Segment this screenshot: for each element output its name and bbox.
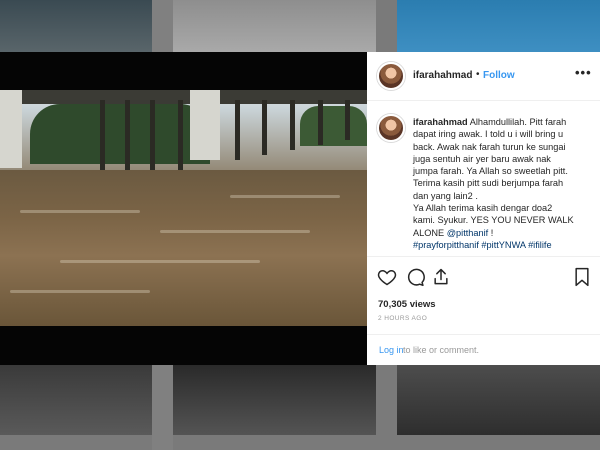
post-header: ifarahahmad • Follow ••• xyxy=(367,52,600,101)
caption-line: Alhamdullilah. Pitt farah xyxy=(469,117,567,127)
login-link[interactable]: Log in xyxy=(379,345,404,355)
login-prompt-text: to like or comment. xyxy=(403,345,480,355)
video-wave xyxy=(160,230,310,233)
heart-icon[interactable] xyxy=(377,267,397,287)
caption-username[interactable]: ifarahahmad xyxy=(413,117,468,127)
header-username[interactable]: ifarahahmad xyxy=(413,70,472,81)
video-bridge-post xyxy=(125,100,130,180)
caption-text: ifarahahmad Alhamdullilah. Pitt farah da… xyxy=(378,116,591,251)
bookmark-icon[interactable] xyxy=(572,267,592,287)
video-bridge-post xyxy=(235,100,240,160)
background-thumbnail-4 xyxy=(0,365,152,435)
views-count[interactable]: 70,305 views xyxy=(378,299,436,310)
caption-line: dapat iring awak. I told u i will bring … xyxy=(413,129,564,140)
video-bridge-post xyxy=(290,100,295,150)
post-video[interactable] xyxy=(0,52,367,365)
background-thumbnail-1 xyxy=(0,0,152,52)
background-thumbnail-2 xyxy=(173,0,376,52)
video-bridge-post xyxy=(150,100,155,180)
video-bridge-pillar xyxy=(190,90,220,160)
more-options-icon[interactable]: ••• xyxy=(575,65,592,80)
caption-punctuation: ! xyxy=(488,227,494,238)
background-thumbnail-5 xyxy=(173,365,376,435)
background-thumbnail-3 xyxy=(397,0,600,52)
action-bar: 70,305 views 2 HOURS AGO xyxy=(367,256,600,340)
video-wave xyxy=(230,195,340,198)
caption-section: ifarahahmad Alhamdullilah. Pitt farah da… xyxy=(367,101,600,255)
video-bridge-post xyxy=(178,100,183,180)
caption-line: kami. Syukur. YES YOU NEVER WALK xyxy=(413,215,574,226)
video-trees xyxy=(300,106,367,146)
video-frame xyxy=(0,90,367,326)
video-bridge xyxy=(0,90,367,104)
separator-dot: • xyxy=(476,69,480,80)
video-bridge-post xyxy=(345,100,350,140)
caption-line: Terima kasih pitt sudi berjumpa farah xyxy=(413,178,564,189)
video-bridge-post xyxy=(262,100,267,155)
post-details-panel: ifarahahmad • Follow ••• ifarahahmad Alh… xyxy=(367,52,600,365)
video-wave xyxy=(20,210,140,213)
video-trees xyxy=(30,104,210,164)
avatar[interactable] xyxy=(377,62,405,90)
hashtags-link[interactable]: #prayforpitthanif #pittYNWA #ifilife xyxy=(378,239,591,251)
video-bridge-post xyxy=(318,100,323,145)
comment-prompt: Log in to like or comment. xyxy=(367,334,600,365)
video-wave xyxy=(10,290,150,293)
share-icon[interactable] xyxy=(431,267,451,287)
caption-line: juga sentuh air yer baru awak nak xyxy=(413,153,551,164)
caption-line: ALONE xyxy=(413,227,445,238)
video-wave xyxy=(60,260,260,263)
video-bridge-post xyxy=(100,100,105,180)
mention-link[interactable]: @pitthanif xyxy=(447,228,489,238)
comment-icon[interactable] xyxy=(405,267,425,287)
video-river xyxy=(0,170,367,326)
background-thumbnail-6 xyxy=(397,365,600,435)
caption-line: Ya Allah terima kasih dengar doa2 xyxy=(413,203,553,214)
caption-line: dan yang lain2 . xyxy=(413,190,478,201)
caption-line: jumpa farah. Ya Allah so sweetlah pitt. xyxy=(413,166,568,177)
follow-button[interactable]: Follow xyxy=(483,70,515,81)
post-timestamp[interactable]: 2 HOURS AGO xyxy=(378,315,427,322)
caption-line: back. Awak nak farah turun ke sungai xyxy=(413,141,566,152)
video-bridge-pillar xyxy=(0,90,22,168)
